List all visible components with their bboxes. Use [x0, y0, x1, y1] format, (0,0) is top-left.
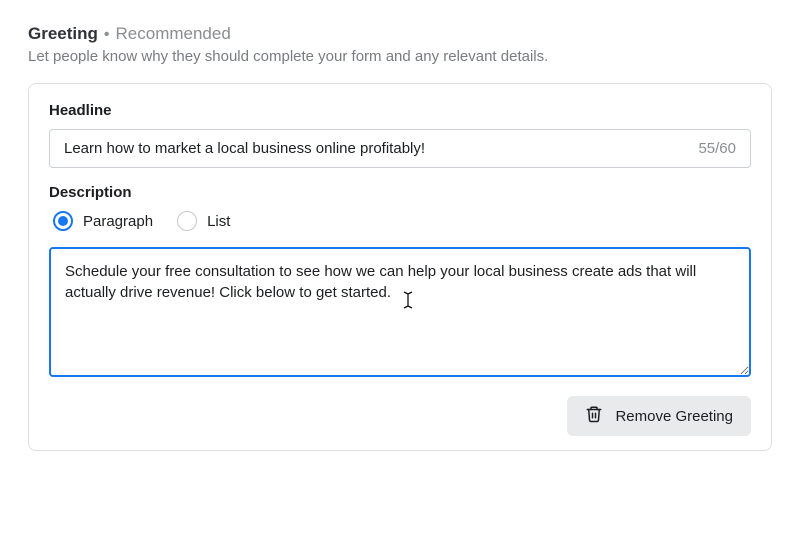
- radio-circle-icon: [53, 211, 73, 231]
- headline-input-container[interactable]: 55/60: [49, 129, 751, 168]
- radio-list[interactable]: List: [177, 211, 230, 231]
- section-title: Greeting: [28, 24, 98, 44]
- description-label: Description: [49, 184, 751, 201]
- radio-paragraph-label: Paragraph: [83, 213, 153, 230]
- radio-dot-icon: [58, 216, 68, 226]
- headline-label: Headline: [49, 102, 751, 119]
- description-textarea[interactable]: [49, 247, 751, 377]
- remove-greeting-label: Remove Greeting: [615, 408, 733, 425]
- trash-icon: [585, 405, 603, 427]
- radio-list-label: List: [207, 213, 230, 230]
- greeting-card: Headline 55/60 Description Paragraph Lis…: [28, 83, 772, 451]
- remove-greeting-button[interactable]: Remove Greeting: [567, 396, 751, 436]
- headline-input[interactable]: [64, 140, 698, 157]
- separator-dot: •: [104, 26, 110, 44]
- section-header: Greeting • Recommended: [28, 24, 772, 44]
- card-footer: Remove Greeting: [49, 396, 751, 436]
- section-subtext: Let people know why they should complete…: [28, 48, 772, 65]
- recommended-label: Recommended: [116, 24, 231, 44]
- radio-circle-icon: [177, 211, 197, 231]
- char-count: 55/60: [698, 140, 736, 157]
- radio-paragraph[interactable]: Paragraph: [53, 211, 153, 231]
- description-type-radio-group: Paragraph List: [53, 211, 751, 231]
